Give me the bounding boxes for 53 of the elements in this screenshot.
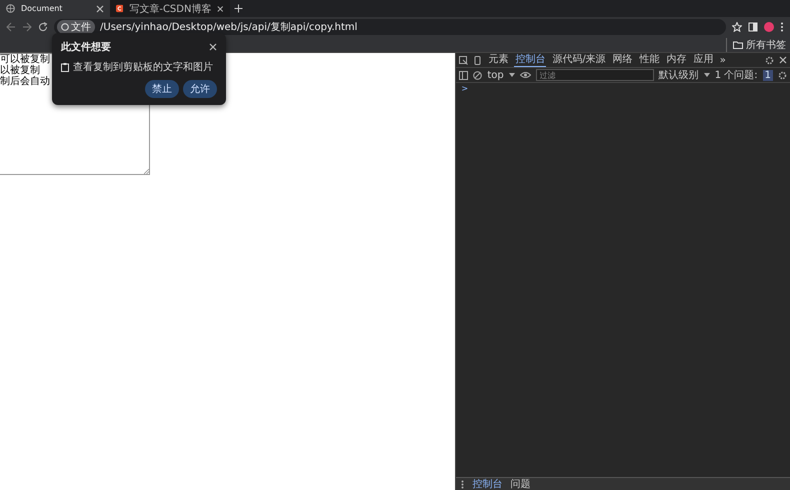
eye-icon[interactable]	[520, 71, 531, 79]
devtools-tab[interactable]: 内存	[666, 53, 688, 67]
drawer-tab[interactable]: 控制台	[472, 477, 502, 490]
clear-console-icon[interactable]	[473, 70, 482, 80]
close-icon[interactable]	[96, 4, 104, 12]
permission-button[interactable]: 允许	[183, 80, 217, 98]
permission-button[interactable]: 禁止	[145, 80, 179, 98]
folder-icon	[733, 40, 743, 48]
browser-tab[interactable]: Document	[0, 0, 110, 17]
url-text: /Users/yinhao/Desktop/web/js/api/复制api/copy.html	[100, 20, 358, 34]
devtools-tab[interactable]: 控制台	[514, 53, 546, 67]
sidebar-icon[interactable]	[459, 70, 468, 80]
more-menu-icon[interactable]	[461, 480, 464, 488]
reload-icon[interactable]	[38, 22, 48, 32]
text-line: 以被复制	[0, 65, 40, 76]
caret-icon[interactable]	[508, 73, 515, 77]
more-menu-icon[interactable]	[780, 22, 784, 32]
close-icon[interactable]	[209, 43, 217, 51]
popup-title: 此文件想要	[61, 40, 111, 54]
globe-icon	[6, 4, 15, 13]
close-icon[interactable]	[779, 56, 787, 64]
site-logo-icon	[116, 4, 124, 13]
caret-icon[interactable]	[704, 73, 710, 77]
log-levels-dropdown[interactable]: 默认级别	[658, 68, 699, 82]
close-icon[interactable]	[217, 4, 224, 12]
issues-label: 1 个问题:	[714, 69, 758, 82]
filter-field[interactable]: 过滤	[536, 69, 654, 81]
side-panel-icon[interactable]	[748, 22, 758, 32]
devtools-tab[interactable]: 性能	[638, 53, 661, 67]
address-bar[interactable]: 文件 /Users/yinhao/Desktop/web/js/api/复制api/copy.html	[54, 19, 726, 35]
all-bookmarks-button[interactable]: 所有书签	[726, 38, 786, 52]
profile-avatar-icon[interactable]	[764, 22, 774, 32]
more-tabs-button[interactable]: »	[720, 54, 726, 66]
site-info-chip[interactable]: 文件	[57, 20, 95, 34]
info-icon	[61, 23, 69, 31]
resize-grip-icon	[144, 169, 149, 174]
drawer-tab[interactable]: 问题	[510, 477, 530, 490]
context-selector[interactable]: top	[487, 70, 504, 80]
device-toolbar-icon[interactable]	[473, 56, 482, 64]
devtools-tab[interactable]: 应用	[692, 53, 715, 67]
devtools-tab[interactable]: 元素	[487, 53, 510, 67]
text-line: 制后会自动	[0, 76, 50, 87]
inspect-element-icon[interactable]	[459, 56, 468, 64]
bookmark-star-icon[interactable]	[732, 22, 742, 32]
back-arrow-icon[interactable]	[6, 22, 16, 32]
issues-count-badge[interactable]: 1	[762, 70, 773, 80]
browser-tab[interactable]: 写文章-CSDN博客	[110, 0, 230, 17]
console-prompt: >	[461, 84, 468, 93]
text-line: 可以被复制	[0, 54, 50, 65]
clipboard-icon	[61, 62, 69, 72]
devtools-tab[interactable]: 源代码/来源	[551, 53, 607, 67]
devtools-tab[interactable]: 网络	[612, 53, 634, 67]
forward-arrow-icon[interactable]	[22, 22, 32, 32]
